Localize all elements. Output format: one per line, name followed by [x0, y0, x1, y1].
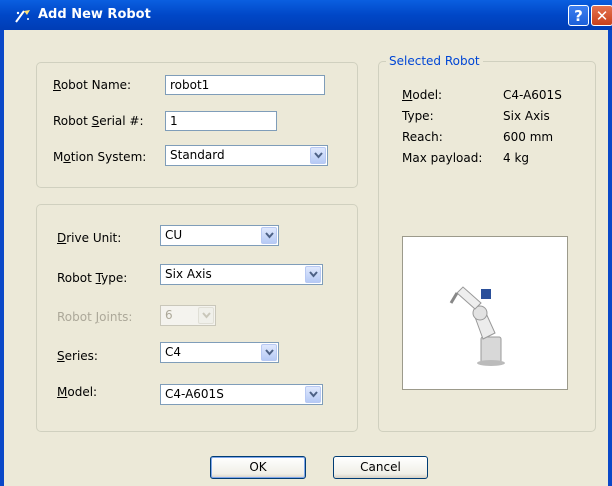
cancel-button[interactable]: Cancel — [333, 456, 428, 479]
selected-type-value: Six Axis — [503, 109, 550, 123]
window-frame-right — [608, 30, 612, 486]
selected-reach-value: 600 mm — [503, 130, 554, 144]
model-value: C4-A601S — [165, 387, 224, 401]
robot-type-value: Six Axis — [165, 267, 212, 281]
motion-system-select[interactable]: Standard — [165, 145, 328, 166]
chevron-down-icon — [198, 307, 214, 324]
help-button[interactable]: ? — [568, 5, 589, 26]
robot-joints-label: Robot Joints: — [57, 310, 133, 324]
window-frame-left — [0, 30, 4, 486]
title-bar: Add New Robot ? ✕ — [0, 0, 612, 30]
robot-arm-icon — [449, 286, 505, 366]
robot-name-input[interactable]: robot1 — [165, 75, 325, 95]
drive-unit-select[interactable]: CU — [160, 225, 279, 246]
robot-serial-input[interactable]: 1 — [165, 111, 277, 131]
chevron-down-icon[interactable] — [310, 147, 326, 164]
selected-model-value: C4-A601S — [503, 88, 562, 102]
series-select[interactable]: C4 — [160, 342, 279, 363]
series-value: C4 — [165, 345, 182, 359]
ok-button[interactable]: OK — [210, 456, 306, 479]
robot-serial-label: Robot Serial #: — [53, 114, 144, 128]
model-select[interactable]: C4-A601S — [160, 384, 323, 405]
chevron-down-icon[interactable] — [261, 227, 277, 244]
selected-robot-legend: Selected Robot — [386, 54, 483, 68]
selected-reach-label: Reach: — [402, 130, 443, 144]
robot-name-label: Robot Name: — [53, 78, 132, 92]
selected-type-label: Type: — [402, 109, 434, 123]
robot-joints-select: 6 — [160, 305, 216, 326]
series-label: Series: — [57, 349, 98, 363]
robot-type-select[interactable]: Six Axis — [160, 264, 323, 285]
chevron-down-icon[interactable] — [261, 344, 277, 361]
close-button[interactable]: ✕ — [591, 5, 612, 26]
chevron-down-icon[interactable] — [305, 266, 321, 283]
chevron-down-icon[interactable] — [305, 386, 321, 403]
robot-joints-value: 6 — [165, 308, 173, 322]
window-title: Add New Robot — [38, 7, 151, 22]
drive-unit-value: CU — [165, 228, 183, 242]
drive-unit-label: Drive Unit: — [57, 231, 122, 245]
model-label: Model: — [57, 385, 98, 399]
motion-system-label: Motion System: — [53, 150, 147, 164]
robot-type-label: Robot Type: — [57, 271, 128, 285]
wizard-icon — [14, 8, 32, 27]
selected-model-label: Model: — [402, 88, 443, 102]
selected-payload-value: 4 kg — [503, 151, 530, 165]
motion-system-value: Standard — [170, 148, 225, 162]
selected-payload-label: Max payload: — [402, 151, 483, 165]
robot-preview-image — [402, 236, 568, 390]
